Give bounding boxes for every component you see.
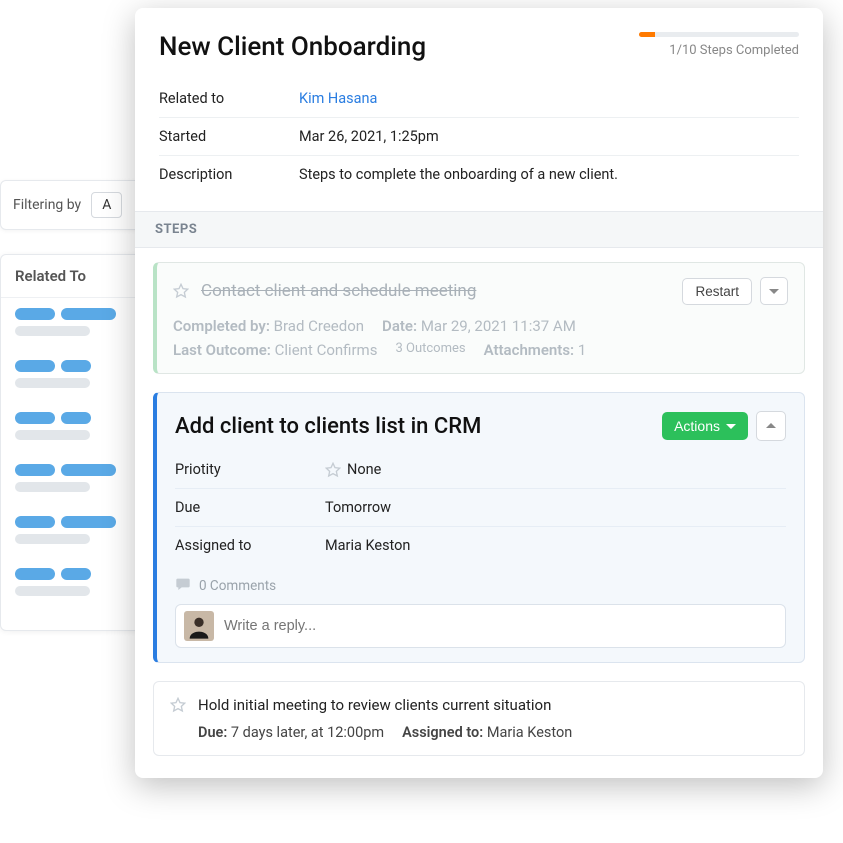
- upcoming-step-title: Hold initial meeting to review clients c…: [198, 696, 551, 714]
- progress-fill: [639, 32, 655, 37]
- outcomes-count[interactable]: 3 Outcomes: [395, 341, 465, 359]
- upcoming-assigned-value: Maria Keston: [487, 724, 572, 741]
- last-outcome-key: Last Outcome:: [173, 341, 271, 359]
- started-key: Started: [159, 128, 299, 145]
- priority-key: Priotity: [175, 461, 325, 478]
- assigned-value: Maria Keston: [325, 537, 410, 554]
- comment-icon: [175, 576, 191, 596]
- actions-label: Actions: [674, 418, 720, 434]
- assigned-key: Assigned to: [175, 537, 325, 554]
- completed-date-key: Date:: [382, 317, 417, 335]
- star-icon[interactable]: [325, 462, 341, 478]
- completed-step-title: Contact client and schedule meeting: [201, 281, 476, 301]
- reply-input[interactable]: [224, 618, 777, 634]
- active-step-title: Add client to clients list in CRM: [175, 414, 481, 439]
- onboarding-card: New Client Onboarding 1/10 Steps Complet…: [135, 8, 823, 778]
- description-value: Steps to complete the onboarding of a ne…: [299, 166, 618, 183]
- collapse-button[interactable]: [756, 411, 786, 441]
- progress-label: 1/10 Steps Completed: [619, 43, 799, 58]
- upcoming-due-value: 7 days later, at 12:00pm: [231, 724, 384, 741]
- due-value: Tomorrow: [325, 499, 391, 516]
- progress-area: 1/10 Steps Completed: [619, 32, 799, 58]
- completed-by-key: Completed by:: [173, 317, 270, 335]
- completed-by-value: Brad Creedon: [274, 317, 364, 335]
- upcoming-assigned-key: Assigned to:: [402, 724, 483, 741]
- actions-button[interactable]: Actions: [662, 412, 748, 440]
- avatar: [184, 611, 214, 641]
- meta-table: Related to Kim Hasana Started Mar 26, 20…: [135, 70, 823, 211]
- attachments-value: 1: [578, 341, 586, 359]
- chevron-up-icon: [766, 419, 776, 434]
- priority-value: None: [347, 461, 381, 478]
- started-value: Mar 26, 2021, 1:25pm: [299, 128, 439, 145]
- comments-count[interactable]: 0 Comments: [199, 578, 276, 594]
- chevron-down-icon: [726, 418, 736, 434]
- due-key: Due: [175, 499, 325, 516]
- related-to-link[interactable]: Kim Hasana: [299, 90, 377, 107]
- filter-dropdown[interactable]: A: [91, 192, 122, 218]
- expand-completed-button[interactable]: [760, 277, 788, 305]
- progress-bar: [639, 32, 799, 37]
- star-icon[interactable]: [170, 697, 186, 713]
- description-key: Description: [159, 166, 299, 183]
- related-to-key: Related to: [159, 90, 299, 107]
- step-completed: Contact client and schedule meeting Rest…: [153, 262, 805, 374]
- last-outcome-value: Client Confirms: [275, 341, 378, 359]
- filter-label: Filtering by: [13, 197, 81, 213]
- attachments-key: Attachments:: [484, 341, 575, 359]
- restart-button[interactable]: Restart: [682, 278, 752, 305]
- step-active: Add client to clients list in CRM Action…: [153, 392, 805, 663]
- upcoming-due-key: Due:: [198, 724, 227, 741]
- star-icon[interactable]: [173, 283, 189, 299]
- page-title: New Client Onboarding: [159, 32, 426, 62]
- chevron-down-icon: [769, 284, 779, 299]
- step-upcoming: Hold initial meeting to review clients c…: [153, 681, 805, 756]
- steps-header: STEPS: [135, 211, 823, 248]
- completed-date-value: Mar 29, 2021 11:37 AM: [421, 317, 576, 335]
- reply-box: [175, 604, 786, 648]
